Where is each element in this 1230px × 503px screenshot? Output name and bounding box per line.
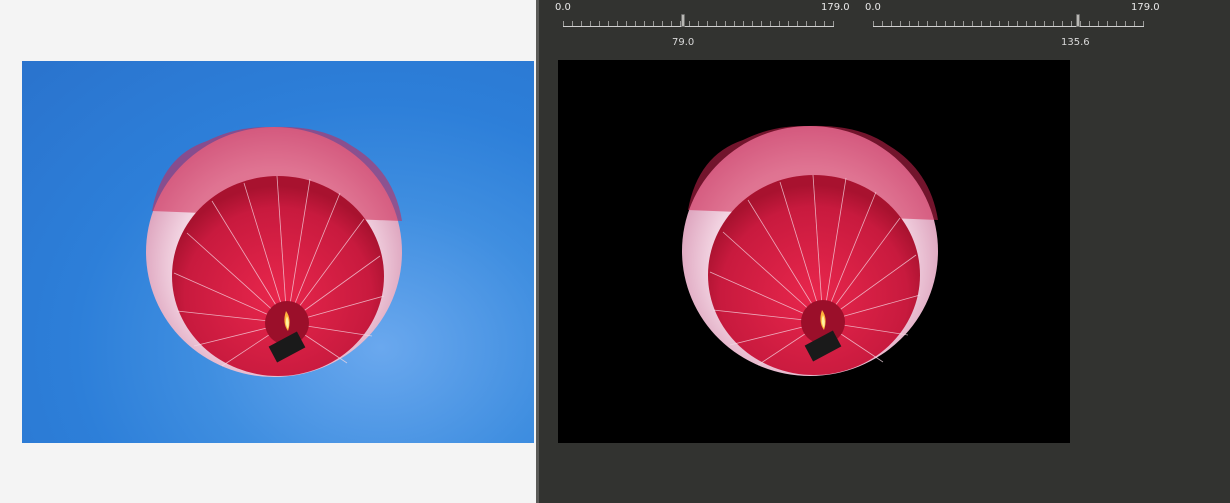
slider-track[interactable] bbox=[563, 14, 834, 27]
hue-min-slider[interactable]: 0.0 179.0 79.0 bbox=[555, 0, 855, 50]
masked-balloon-envelope bbox=[682, 125, 938, 376]
balloon-envelope bbox=[146, 126, 402, 377]
masked-result-image bbox=[558, 60, 1070, 443]
slider-min-label: 0.0 bbox=[555, 2, 571, 13]
slider-value-label: 79.0 bbox=[672, 37, 695, 48]
slider-ticks bbox=[563, 21, 834, 26]
slider-value-label: 135.6 bbox=[1061, 37, 1090, 48]
slider-max-label: 179.0 bbox=[821, 2, 850, 13]
balloon-graphic bbox=[146, 126, 402, 377]
slider-track[interactable] bbox=[873, 14, 1144, 27]
slider-max-label: 179.0 bbox=[1131, 2, 1160, 13]
slider-thumb[interactable] bbox=[680, 14, 685, 27]
original-image-pane bbox=[0, 0, 536, 503]
slider-min-label: 0.0 bbox=[865, 2, 881, 13]
app-window: 0.0 179.0 79.0 0.0 179.0 135.6 bbox=[0, 0, 1230, 503]
slider-thumb[interactable] bbox=[1076, 14, 1081, 27]
slider-ticks bbox=[873, 21, 1144, 26]
hue-max-slider[interactable]: 0.0 179.0 135.6 bbox=[865, 0, 1165, 50]
masked-balloon-graphic bbox=[682, 125, 938, 376]
original-image bbox=[22, 61, 534, 443]
